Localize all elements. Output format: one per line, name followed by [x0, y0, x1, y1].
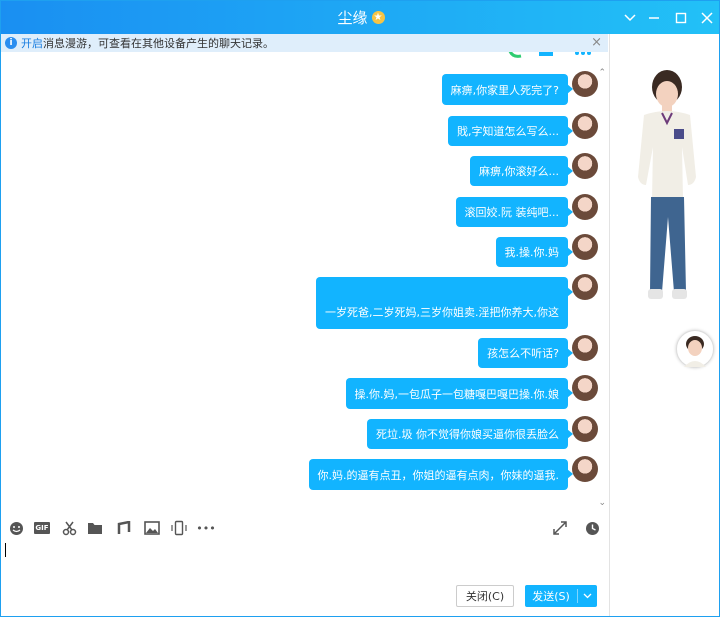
expand-icon[interactable]: [552, 520, 568, 536]
message-bubble[interactable]: 操.你.妈,一包瓜子一包糖嘎巴嘎巴操.你.娘: [345, 378, 574, 409]
title-bar[interactable]: 尘缘 ★: [1, 1, 719, 34]
message-bubble[interactable]: 一岁死爸,二岁死妈,三岁你姐卖.淫把你养大,你这: [316, 277, 573, 329]
maximize-icon[interactable]: [667, 1, 695, 34]
avatar[interactable]: [572, 335, 598, 361]
avatar[interactable]: [572, 153, 598, 179]
more-icon[interactable]: •••: [196, 520, 216, 536]
chat-window: 尘缘 ★ i 开启 消息漫游，可查看在其他设备产生的聊天记录。 × ⌃ 麻痹,你…: [0, 0, 720, 617]
chat-message-area[interactable]: ⌃ 麻痹,你家里人死完了? 戝,字知道怎么写么... 麻痹,你滚好么... 滚回…: [1, 52, 608, 512]
avatar[interactable]: [572, 194, 598, 220]
window-title: 尘缘: [337, 9, 368, 27]
close-button[interactable]: 关闭(C): [456, 585, 514, 607]
message-bubble[interactable]: 死垃.圾 你不觉得你娘买逼你很丢脸么: [367, 419, 573, 449]
message-bubble[interactable]: 你.妈.的逼有点丑，你姐的逼有点肉，你妹的逼我.: [308, 459, 573, 490]
avatar[interactable]: [572, 456, 598, 482]
character-avatar-image[interactable]: [610, 67, 720, 367]
send-label: 发送(S): [532, 590, 570, 603]
scissors-icon[interactable]: [61, 520, 77, 536]
enable-roaming-link[interactable]: 开启: [21, 35, 43, 51]
image-icon[interactable]: [144, 520, 160, 536]
avatar[interactable]: [572, 416, 598, 442]
message-bubble[interactable]: 麻痹,你家里人死完了?: [441, 74, 574, 105]
input-toolbar: GIF •••: [1, 514, 608, 542]
close-icon[interactable]: [693, 1, 719, 34]
shake-icon[interactable]: [171, 520, 187, 536]
gif-icon[interactable]: GIF: [33, 520, 51, 536]
message-bubble[interactable]: 戝,字知道怎么写么...: [448, 116, 573, 146]
call-icons-partial: [508, 52, 591, 58]
notice-text: 消息漫游，可查看在其他设备产生的聊天记录。: [43, 37, 274, 50]
history-clock-icon[interactable]: [584, 520, 600, 536]
message-bubble[interactable]: 我.操.你.妈: [495, 237, 573, 267]
minimize-icon[interactable]: [640, 1, 668, 34]
scroll-up-icon[interactable]: ⌃: [598, 68, 606, 78]
roaming-notice-bar: i 开启 消息漫游，可查看在其他设备产生的聊天记录。 ×: [1, 34, 608, 52]
send-button[interactable]: 发送(S): [525, 585, 597, 607]
folder-icon[interactable]: [87, 520, 103, 536]
avatar[interactable]: [572, 234, 598, 260]
text-caret: [5, 543, 6, 557]
avatar[interactable]: [572, 71, 598, 97]
send-options-chevron-icon[interactable]: [578, 593, 597, 599]
character-show-panel: [609, 34, 720, 616]
scroll-down-icon[interactable]: ⌄: [598, 498, 606, 508]
avatar[interactable]: [572, 274, 598, 300]
message-bubble[interactable]: 滚回姣.阮 装纯吧...: [455, 197, 574, 227]
message-bubble[interactable]: 孩怎么不听话?: [478, 338, 573, 368]
avatar[interactable]: [572, 375, 598, 401]
avatar[interactable]: [572, 113, 598, 139]
message-bubble[interactable]: 麻痹,你滚好么...: [470, 156, 573, 186]
music-icon[interactable]: [115, 520, 131, 536]
star-icon: ★: [371, 11, 385, 24]
message-input[interactable]: [1, 542, 608, 582]
small-character-avatar[interactable]: [676, 330, 714, 368]
info-icon: i: [5, 37, 17, 49]
gif-label: GIF: [34, 522, 50, 534]
notice-close-icon[interactable]: ×: [591, 35, 602, 50]
emoji-icon[interactable]: [8, 520, 24, 536]
